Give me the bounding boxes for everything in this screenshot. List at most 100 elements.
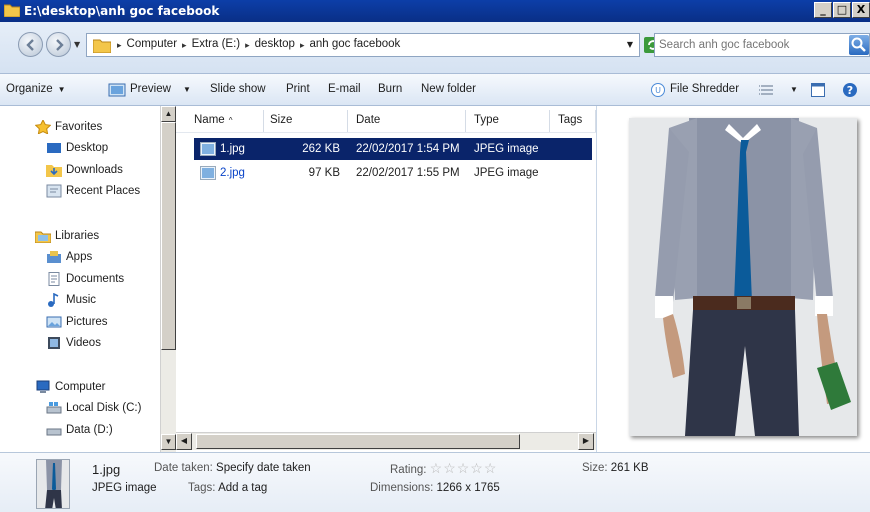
file-list-scrollbar[interactable]: ◀ ▶: [176, 432, 596, 450]
sidebar-item-favorites[interactable]: Favorites: [35, 120, 102, 134]
tags-label: Tags:: [188, 482, 216, 494]
sidebar-item-label: Recent Places: [66, 185, 141, 197]
file-shredder-button[interactable]: File Shredder: [670, 83, 739, 95]
preview-pane-icon[interactable]: [810, 82, 826, 98]
back-button[interactable]: [18, 32, 43, 57]
folder-icon: [4, 4, 20, 17]
sidebar-item-recent-places[interactable]: Recent Places: [46, 184, 140, 198]
scroll-up-button[interactable]: ▲: [161, 106, 176, 122]
scroll-thumb[interactable]: [196, 434, 520, 449]
sidebar-item-documents[interactable]: Documents: [46, 272, 124, 286]
search-input[interactable]: [655, 34, 840, 56]
sidebar-item-downloads[interactable]: Downloads: [46, 163, 123, 177]
column-header-tags[interactable]: Tags: [550, 110, 596, 132]
search-button[interactable]: [849, 35, 869, 55]
breadcrumb-extra-e[interactable]: Extra (E:): [189, 38, 244, 52]
thumbnail-image: [37, 460, 69, 508]
file-size: 97 KB: [308, 167, 340, 179]
downloads-icon: [46, 165, 62, 177]
sidebar-item-local-disk-c[interactable]: Local Disk (C:): [46, 401, 141, 415]
views-dropdown[interactable]: ▼: [785, 83, 798, 95]
man-in-suit-illustration: [629, 118, 857, 436]
file-size: 262 KB: [302, 143, 340, 155]
slideshow-button[interactable]: Slide show: [210, 83, 266, 95]
address-dropdown[interactable]: ▼: [627, 40, 633, 49]
scroll-thumb[interactable]: [161, 122, 176, 350]
sidebar-item-label: Libraries: [55, 230, 100, 242]
sidebar-item-desktop[interactable]: Desktop: [46, 141, 108, 155]
email-button[interactable]: E-mail: [328, 83, 361, 95]
print-button[interactable]: Print: [286, 83, 310, 95]
preview-pane: [596, 106, 870, 452]
close-button[interactable]: X: [852, 2, 870, 18]
breadcrumb-anh-goc-facebook[interactable]: anh goc facebook: [306, 38, 403, 52]
chevron-icon[interactable]: ▸: [115, 38, 124, 52]
chevron-icon[interactable]: ▸: [298, 38, 307, 52]
sidebar-item-videos[interactable]: Videos: [46, 336, 101, 350]
sidebar-item-music[interactable]: Music: [46, 293, 96, 307]
drive-icon: [46, 428, 62, 436]
date-taken-value: Specify date taken: [216, 462, 311, 474]
dimensions-field: Dimensions: 1266 x 1765: [370, 482, 500, 494]
forward-button[interactable]: [46, 32, 71, 57]
rating-field[interactable]: Rating: ☆☆☆☆☆: [390, 460, 497, 477]
table-row[interactable]: 2.jpg 97 KB 22/02/2017 1:55 PM JPEG imag…: [194, 162, 592, 184]
burn-button[interactable]: Burn: [378, 83, 402, 95]
pictures-icon: [46, 316, 62, 328]
title-bar[interactable]: E:\desktop\anh goc facebook _ □ X: [0, 0, 870, 22]
sidebar-item-computer[interactable]: Computer: [35, 380, 106, 394]
documents-icon: [48, 272, 60, 286]
tags-field[interactable]: Tags: Add a tag: [188, 482, 267, 494]
organize-label: Organize: [6, 83, 53, 95]
breadcrumb-desktop[interactable]: desktop: [252, 38, 298, 52]
column-header-type[interactable]: Type: [466, 110, 550, 132]
recent-pages-dropdown[interactable]: ▼: [74, 40, 80, 49]
table-row[interactable]: 1.jpg 262 KB 22/02/2017 1:54 PM JPEG ima…: [194, 138, 592, 160]
desktop-icon: [47, 143, 61, 153]
date-taken-field[interactable]: Date taken: Specify date taken: [154, 462, 311, 474]
scroll-left-button[interactable]: ◀: [176, 433, 192, 450]
file-type: JPEG image: [474, 167, 539, 179]
column-header-size[interactable]: Size: [264, 110, 348, 132]
sidebar-scrollbar[interactable]: ▲ ▼: [160, 106, 176, 452]
sidebar-item-apps[interactable]: Apps: [46, 250, 92, 264]
sidebar-item-label: Favorites: [55, 121, 103, 133]
organize-menu[interactable]: Organize ▼: [6, 83, 66, 95]
column-header-date[interactable]: Date: [348, 110, 466, 132]
size-label: Size:: [582, 462, 608, 474]
scroll-down-button[interactable]: ▼: [161, 434, 176, 450]
chevron-icon[interactable]: ▸: [243, 38, 252, 52]
details-file-type: JPEG image: [92, 482, 157, 494]
address-bar[interactable]: ▸ Computer ▸ Extra (E:) ▸ desktop ▸ anh …: [86, 33, 640, 57]
views-icon[interactable]: [758, 82, 776, 98]
sidebar-item-libraries[interactable]: Libraries: [35, 229, 99, 243]
new-folder-button[interactable]: New folder: [421, 83, 476, 95]
search-box[interactable]: [654, 33, 870, 57]
sidebar-item-label: Documents: [66, 273, 125, 285]
scroll-right-button[interactable]: ▶: [578, 433, 594, 450]
header-divider: [176, 132, 596, 133]
navigation-pane: Favorites Desktop Downloads Recent Place…: [0, 106, 176, 452]
sidebar-item-data-d[interactable]: Data (D:): [46, 423, 113, 437]
computer-icon: [36, 380, 50, 393]
preview-icon[interactable]: [108, 82, 126, 98]
dimensions-label: Dimensions:: [370, 482, 434, 494]
sidebar-item-label: Videos: [66, 337, 101, 349]
column-header-name[interactable]: Name ^: [176, 110, 264, 132]
sidebar-item-label: Pictures: [66, 316, 108, 328]
help-icon[interactable]: ?: [842, 82, 858, 98]
sidebar-item-label: Data (D:): [66, 424, 113, 436]
image-file-icon: [200, 142, 216, 156]
sidebar-item-pictures[interactable]: Pictures: [46, 315, 108, 329]
details-thumbnail: [36, 459, 70, 509]
chevron-icon[interactable]: ▸: [180, 38, 189, 52]
rating-stars-icon[interactable]: ☆☆☆☆☆: [430, 460, 498, 476]
maximize-button[interactable]: □: [833, 2, 851, 18]
preview-button[interactable]: Preview: [130, 83, 171, 95]
breadcrumb-computer[interactable]: Computer: [124, 38, 181, 52]
file-date: 22/02/2017 1:54 PM: [356, 143, 460, 155]
minimize-button[interactable]: _: [814, 2, 832, 18]
apps-icon: [47, 251, 61, 263]
videos-icon: [48, 337, 60, 349]
preview-dropdown[interactable]: ▼: [178, 83, 191, 95]
